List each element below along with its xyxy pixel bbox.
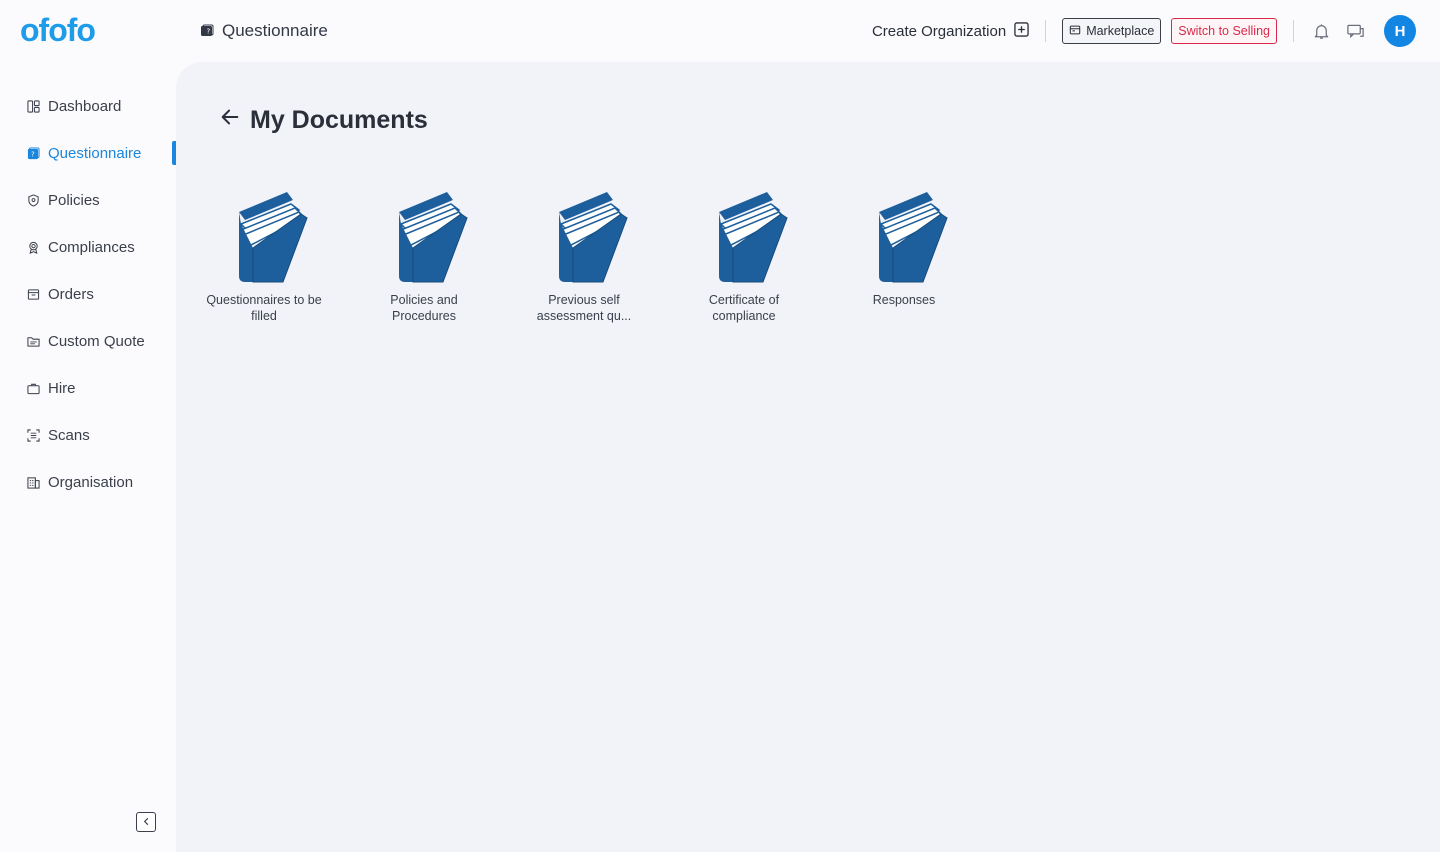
sidebar [0,62,176,852]
sidebar-item-label: Orders [48,285,94,303]
sidebar-item-label: Hire [48,379,76,397]
svg-text:?: ? [207,28,211,36]
page-title: My Documents [250,106,428,134]
folder-label: Responses [872,293,936,307]
folder-certificate-of-compliance[interactable]: Certificate of compliance [684,190,804,330]
ofofo-logo[interactable]: ofofo [20,11,96,48]
marketplace-label: Marketplace [1086,24,1155,38]
folder-icon [559,192,628,283]
folder-icon [399,192,468,283]
sidebar-item-label: Dashboard [48,97,122,115]
sidebar-item-label: Organisation [48,473,134,491]
plus-square-icon [1014,21,1029,41]
orders-icon [26,287,40,301]
folder-policies-and-procedures[interactable]: Policies and Procedures [364,190,484,330]
sidebar-item-label: Compliances [48,238,135,256]
page-heading-text: Questionnaire [222,21,328,40]
svg-text:?: ? [30,150,34,158]
collapse-sidebar-button[interactable] [136,812,156,832]
folder-icon [239,192,308,283]
header-divider-2 [1293,20,1294,42]
folder-responses[interactable]: Responses [844,190,964,330]
briefcase-icon [26,381,40,395]
building-icon [26,475,40,489]
sidebar-item-label: Scans [48,426,90,444]
main-content [176,62,1440,852]
back-button[interactable] [218,107,242,131]
chevron-left-icon [142,813,151,831]
switch-to-selling-label: Switch to Selling [1178,24,1270,38]
folder-previous-self-assessment[interactable]: Previous self assessment qu... [524,190,644,330]
sidebar-item-compliances[interactable]: Compliances [26,235,176,259]
messages-icon[interactable] [1344,20,1366,42]
folder-questionnaires-to-be-filled[interactable]: Questionnaires to be filled [204,190,324,330]
sidebar-item-dashboard[interactable]: Dashboard [26,94,176,118]
switch-to-selling-button[interactable]: Switch to Selling [1171,18,1277,44]
shield-icon [26,193,40,207]
questionnaire-icon: ? [26,146,40,160]
create-organization-label: Create Organization [871,22,1007,40]
header-actions: Create Organization Marketplace Switch t… [872,14,1416,48]
top-bar: ofofo ? Questionnaire Create Organizatio… [0,0,1440,62]
avatar-initial: H [1394,22,1406,40]
sidebar-item-orders[interactable]: Orders [26,282,176,306]
store-icon [1069,24,1081,39]
sidebar-item-label: Policies [48,191,100,209]
notification-bell-icon[interactable] [1310,20,1332,42]
sidebar-item-policies[interactable]: Policies [26,188,176,212]
page-heading: ? Questionnaire [200,20,328,42]
questionnaire-icon: ? [200,24,214,38]
header-divider [1045,20,1047,42]
sidebar-item-organisation[interactable]: Organisation [26,470,176,494]
sidebar-item-scans[interactable]: Scans [26,423,176,447]
scan-icon [26,428,40,442]
folder-icon [719,192,788,283]
folder-icon [26,334,40,348]
folder-label: Policies and Procedures [390,293,458,323]
logo-text: ofofo [20,11,96,48]
folder-label: Certificate of compliance [708,293,780,323]
create-organization-button[interactable]: Create Organization [871,21,1029,41]
folder-label: Questionnaires to be filled [206,293,322,323]
sidebar-item-label: Custom Quote [48,332,145,350]
folder-label: Previous self assessment qu... [536,293,632,323]
badge-icon [26,240,40,254]
sidebar-item-hire[interactable]: Hire [26,376,176,400]
dashboard-icon [26,99,40,113]
user-avatar[interactable]: H [1384,15,1416,47]
sidebar-item-custom-quote[interactable]: Custom Quote [26,329,176,353]
marketplace-button[interactable]: Marketplace [1062,18,1162,44]
sidebar-item-questionnaire[interactable]: ? Questionnaire [26,141,176,165]
sidebar-item-label: Questionnaire [48,144,142,162]
arrow-left-icon [219,106,241,133]
folder-icon [879,192,948,283]
